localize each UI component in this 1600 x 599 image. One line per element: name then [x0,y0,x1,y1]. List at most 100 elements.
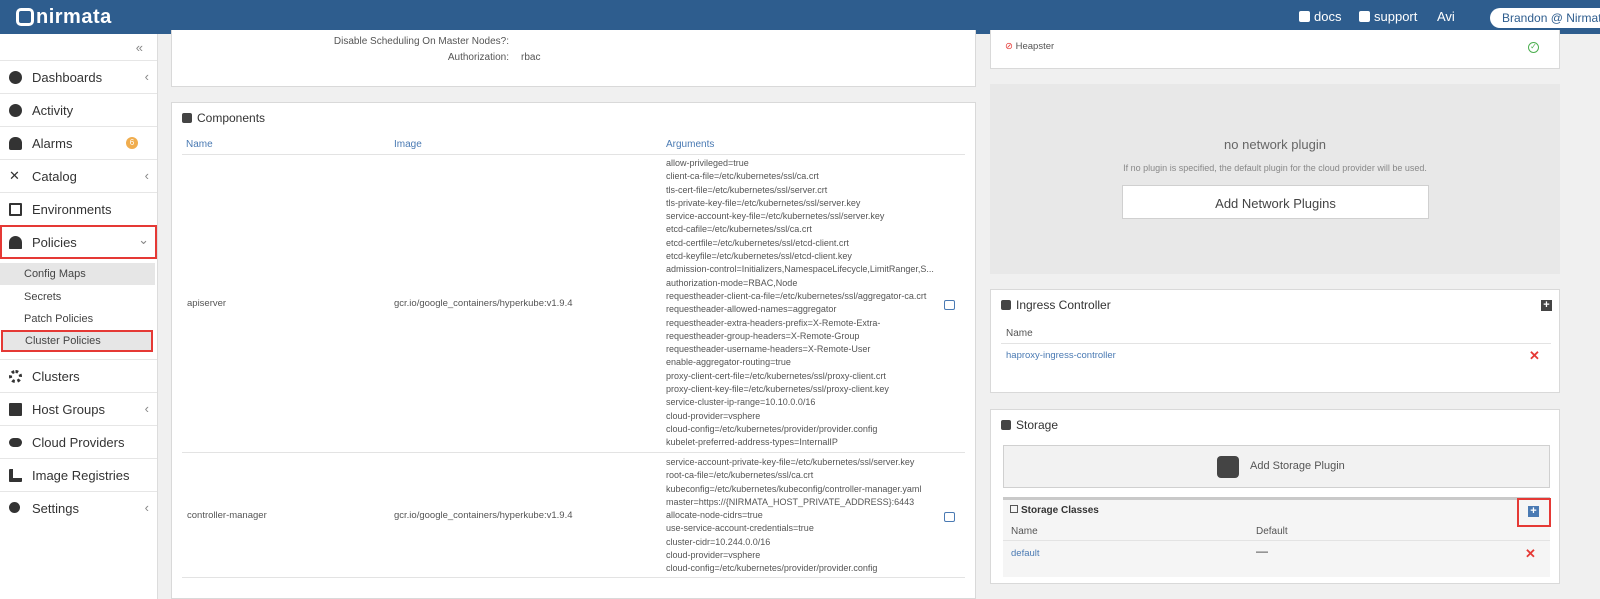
gear-icon [9,502,20,513]
bell-icon [9,137,22,150]
registries-icon [9,469,22,482]
top-bar: nirmata docs support Avi Brandon @ Nirma… [0,0,1600,34]
header-divider [1001,343,1551,344]
catalog-icon: ✕ [9,168,20,183]
sidebar-item-cloud-providers[interactable]: Cloud Providers [0,425,157,458]
sidebar-subitem-patch-policies[interactable]: Patch Policies [0,308,155,330]
sidebar-item-clusters[interactable]: Clusters [0,359,157,392]
header-divider [182,154,965,155]
sidebar-item-label: Environments [32,202,112,217]
clusters-icon [9,370,22,383]
component-arguments: allow-privileged=true client-ca-file=/et… [666,158,934,448]
sidebar-item-settings[interactable]: Settings ‹ [0,491,157,524]
add-storage-plugin-label: Add Storage Plugin [1250,460,1345,472]
components-title-text: Components [197,111,266,125]
sidebar-item-label: Image Registries [32,468,130,483]
sidebar: « Dashboards ‹ Activity Alarms 6 ✕ Catal… [0,34,158,599]
storage-classes-title-text: Storage Classes [1021,505,1099,516]
add-storage-class-highlight: + [1517,498,1551,527]
umbrella-icon [9,236,22,249]
edit-icon[interactable] [944,300,955,310]
edit-icon[interactable] [944,512,955,522]
component-name: controller-manager [187,510,267,521]
add-ingress-icon[interactable]: + [1541,300,1552,311]
sidebar-item-label: Activity [32,103,74,118]
components-panel: Components Name Image Arguments apiserve… [171,102,976,599]
sidebar-item-label: Clusters [32,369,80,384]
sidebar-item-label: Cloud Providers [32,435,125,450]
sidebar-item-image-registries[interactable]: Image Registries [0,458,157,491]
addons-panel: ⊘ Heapster ✓ [990,30,1560,69]
ingress-title-text: Ingress Controller [1016,298,1111,312]
storage-classes-icon [1010,505,1018,513]
host-groups-icon [9,403,22,416]
user-menu[interactable]: Brandon @ Nirmata [1490,8,1600,28]
header-divider [1003,540,1550,541]
column-header-image[interactable]: Image [394,139,422,150]
sidebar-subitem-secrets[interactable]: Secrets [0,286,155,308]
docs-label: docs [1314,9,1342,24]
heapster-label: Heapster [1015,41,1055,52]
heapster-row: ⊘ Heapster [1005,41,1054,52]
add-storage-plugin-button[interactable]: Add Storage Plugin [1003,445,1550,488]
sidebar-item-catalog[interactable]: ✕ Catalog ‹ [0,159,157,192]
sidebar-subitem-config-maps[interactable]: Config Maps [0,263,155,285]
authorization-label: Authorization: [447,52,509,63]
storage-column-default: Default [1256,526,1288,537]
ingress-row-name[interactable]: haproxy-ingress-controller [1006,350,1116,361]
column-header-arguments[interactable]: Arguments [666,139,714,150]
storage-title-text: Storage [1016,418,1059,432]
sidebar-item-host-groups[interactable]: Host Groups ‹ [0,392,157,425]
sidebar-item-label: Alarms [32,136,73,151]
storage-icon [1001,420,1011,430]
storage-classes-title: Storage Classes [1010,505,1099,516]
component-image: gcr.io/google_containers/hyperkube:v1.9.… [394,510,573,521]
component-name: apiserver [187,298,227,309]
delete-icon[interactable]: ✕ [1529,348,1540,364]
user-short-name[interactable]: Avi [1437,9,1455,24]
chevron-left-icon: ‹ [144,168,149,183]
storage-class-name[interactable]: default [1011,548,1040,559]
chevron-down-icon: ⌄ [138,232,149,247]
logo-mark-icon [16,8,34,26]
sidebar-item-environments[interactable]: Environments [0,192,157,225]
scheduling-label: Disable Scheduling On Master Nodes?: [333,36,509,47]
collapse-sidebar-icon[interactable]: « [136,40,143,55]
sidebar-item-label: Dashboards [32,70,103,85]
storage-classes-section: Storage Classes + Name Default default —… [1003,497,1551,577]
chevron-left-icon: ‹ [144,500,149,515]
support-label: support [1374,9,1418,24]
status-ok-icon: ✓ [1528,42,1539,53]
ingress-controller-panel: Ingress Controller + Name haproxy-ingres… [990,289,1560,393]
add-storage-class-icon[interactable]: + [1528,506,1539,517]
column-header-name[interactable]: Name [186,139,213,150]
row-divider [182,577,965,578]
add-network-plugins-button[interactable]: Add Network Plugins [1122,185,1429,219]
delete-icon[interactable]: ✕ [1525,546,1536,562]
alarm-count-badge: 6 [126,137,138,149]
sidebar-item-dashboards[interactable]: Dashboards ‹ [0,60,157,93]
sidebar-item-activity[interactable]: Activity [0,93,157,126]
support-link[interactable]: support [1359,9,1417,24]
components-title: Components [182,111,265,125]
docs-link[interactable]: docs [1299,9,1341,24]
storage-column-name: Name [1011,526,1038,537]
cluster-settings-panel: Disable Scheduling On Master Nodes?: Aut… [171,30,976,87]
nirmata-logo[interactable]: nirmata [16,6,112,29]
authorization-value: rbac [521,52,541,63]
ingress-title: Ingress Controller [1001,298,1111,312]
sidebar-subitem-cluster-policies[interactable]: Cluster Policies [1,330,153,352]
cogs-icon [182,113,192,123]
sidebar-item-label: Catalog [32,169,77,184]
component-image: gcr.io/google_containers/hyperkube:v1.9.… [394,298,573,309]
sidebar-item-alarms[interactable]: Alarms 6 [0,126,157,159]
storage-class-default: — [1256,544,1268,558]
dashboard-icon [9,71,22,84]
hard-drive-icon [1217,456,1239,478]
sidebar-item-label: Host Groups [32,402,105,417]
no-network-plugin-desc: If no plugin is specified, the default p… [1123,163,1427,173]
activity-icon [9,104,22,117]
sidebar-item-policies[interactable]: Policies ⌄ [0,225,157,259]
component-arguments: service-account-private-key-file=/etc/ku… [666,457,922,574]
chevron-left-icon: ‹ [144,69,149,84]
